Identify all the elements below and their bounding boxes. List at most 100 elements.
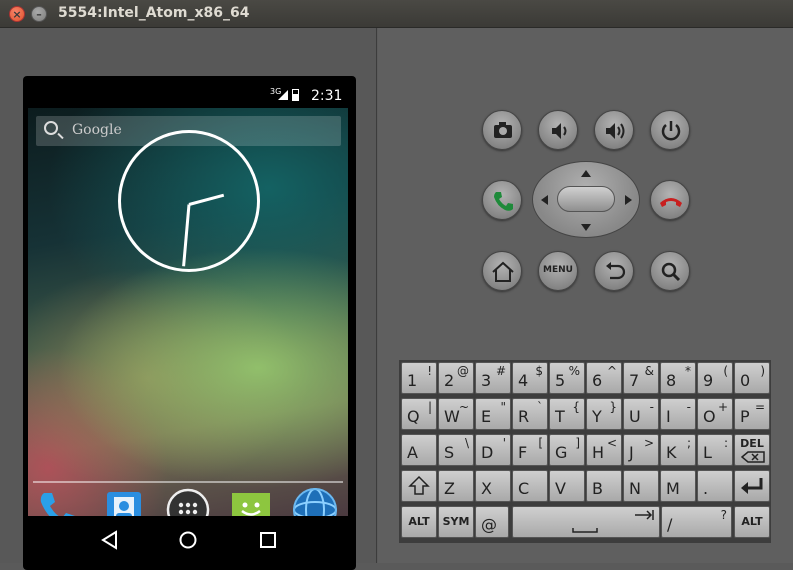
- key-0[interactable]: 0): [734, 362, 770, 394]
- dpad-left-icon[interactable]: [539, 193, 549, 207]
- key-g[interactable]: G]: [549, 434, 585, 466]
- close-button[interactable]: ×: [9, 6, 25, 22]
- key-x[interactable]: X: [475, 470, 511, 502]
- key-secondary-label: ): [760, 364, 765, 378]
- alt-key-right[interactable]: ALT: [734, 506, 770, 538]
- key-r[interactable]: R `: [512, 398, 548, 430]
- key-f[interactable]: F[: [512, 434, 548, 466]
- key-u[interactable]: U-: [623, 398, 659, 430]
- key-secondary-label: ~: [458, 400, 469, 414]
- key-h[interactable]: H <: [586, 434, 622, 466]
- key-m[interactable]: M: [660, 470, 696, 502]
- key-t[interactable]: T{: [549, 398, 585, 430]
- delete-key[interactable]: DEL: [734, 434, 770, 466]
- key-label: .: [703, 479, 709, 498]
- home-icon[interactable]: [178, 530, 198, 550]
- back-icon[interactable]: [100, 530, 120, 550]
- search-button[interactable]: [650, 251, 690, 291]
- home-wallpaper[interactable]: Google: [28, 108, 348, 532]
- key-i[interactable]: I-: [660, 398, 696, 430]
- home-button[interactable]: [482, 251, 522, 291]
- analog-clock-widget[interactable]: [118, 130, 260, 272]
- key-secondary-label: ": [500, 400, 506, 414]
- dpad-up-icon[interactable]: [579, 168, 593, 178]
- minimize-button[interactable]: –: [31, 6, 47, 22]
- volume-up-button[interactable]: [594, 110, 634, 150]
- alt-key-left[interactable]: ALT: [401, 506, 437, 538]
- key-q[interactable]: Q |: [401, 398, 437, 430]
- key-label: 5: [555, 371, 566, 390]
- key-label: J: [629, 443, 634, 462]
- key-d[interactable]: D ': [475, 434, 511, 466]
- key-c[interactable]: C: [512, 470, 548, 502]
- key-o[interactable]: O +: [697, 398, 733, 430]
- key-b[interactable]: B: [586, 470, 622, 502]
- key-secondary-label: (: [723, 364, 728, 378]
- search-icon: [44, 121, 58, 135]
- key-p[interactable]: P =: [734, 398, 770, 430]
- shift-key[interactable]: [401, 470, 437, 502]
- key-label: F: [518, 443, 528, 462]
- menu-button[interactable]: MENU: [538, 251, 578, 291]
- status-bar: 3G 2:31: [28, 84, 348, 108]
- key-secondary-label: #: [495, 364, 506, 378]
- back-button[interactable]: [594, 251, 634, 291]
- dpad[interactable]: [532, 161, 640, 238]
- space-key[interactable]: [512, 506, 660, 538]
- key-label: 6: [592, 371, 603, 390]
- key-j[interactable]: J >: [623, 434, 659, 466]
- key-1[interactable]: 1!: [401, 362, 437, 394]
- key-n[interactable]: N: [623, 470, 659, 502]
- key-l[interactable]: L:: [697, 434, 733, 466]
- backspace-icon: [741, 451, 765, 463]
- key-s[interactable]: S \: [438, 434, 474, 466]
- key-label: B: [592, 479, 603, 498]
- key-label: SYM: [442, 515, 470, 528]
- slash-key[interactable]: /?: [661, 506, 732, 538]
- key-secondary-label: {: [572, 400, 580, 414]
- key-v[interactable]: V: [549, 470, 585, 502]
- power-button[interactable]: [650, 110, 690, 150]
- key-label: O: [703, 407, 716, 426]
- key-label: T: [555, 407, 565, 426]
- key-label: 4: [518, 371, 529, 390]
- key-7[interactable]: 7 &: [623, 362, 659, 394]
- dpad-down-icon[interactable]: [579, 223, 593, 233]
- recent-apps-icon[interactable]: [258, 530, 278, 550]
- search-placeholder: Google: [72, 122, 122, 138]
- dpad-center-button[interactable]: [557, 186, 615, 212]
- key-5[interactable]: 5%: [549, 362, 585, 394]
- key-secondary-label: ]: [575, 436, 580, 450]
- camera-button[interactable]: [482, 110, 522, 150]
- key-label: 1: [407, 371, 418, 390]
- period-key[interactable]: .: [697, 470, 733, 502]
- key-e[interactable]: E ": [475, 398, 511, 430]
- key-8[interactable]: 8 *: [660, 362, 696, 394]
- key-6[interactable]: 6 ^: [586, 362, 622, 394]
- key-secondary-label: ;: [686, 436, 691, 450]
- key-2[interactable]: 2 @: [438, 362, 474, 394]
- dpad-right-icon[interactable]: [624, 193, 634, 207]
- minute-hand: [182, 204, 191, 267]
- end-call-button[interactable]: [650, 180, 690, 220]
- key-secondary-label: =: [754, 400, 765, 414]
- key-label: N: [629, 479, 641, 498]
- sym-key[interactable]: SYM: [438, 506, 474, 538]
- call-button[interactable]: [482, 180, 522, 220]
- key-secondary-label: ^: [606, 364, 617, 378]
- at-key[interactable]: @: [475, 506, 509, 538]
- key-9[interactable]: 9(: [697, 362, 733, 394]
- key-label: M: [666, 479, 680, 498]
- key-secondary-label: @: [457, 364, 469, 378]
- key-z[interactable]: Z: [438, 470, 474, 502]
- key-k[interactable]: K;: [660, 434, 696, 466]
- key-w[interactable]: W ~: [438, 398, 474, 430]
- volume-down-button[interactable]: [538, 110, 578, 150]
- device-screen[interactable]: 3G 2:31 Google: [28, 84, 348, 564]
- key-secondary-label: -: [649, 400, 654, 414]
- enter-key[interactable]: [734, 470, 770, 502]
- key-a[interactable]: A: [401, 434, 437, 466]
- key-4[interactable]: 4 $: [512, 362, 548, 394]
- key-y[interactable]: Y}: [586, 398, 622, 430]
- key-3[interactable]: 3 #: [475, 362, 511, 394]
